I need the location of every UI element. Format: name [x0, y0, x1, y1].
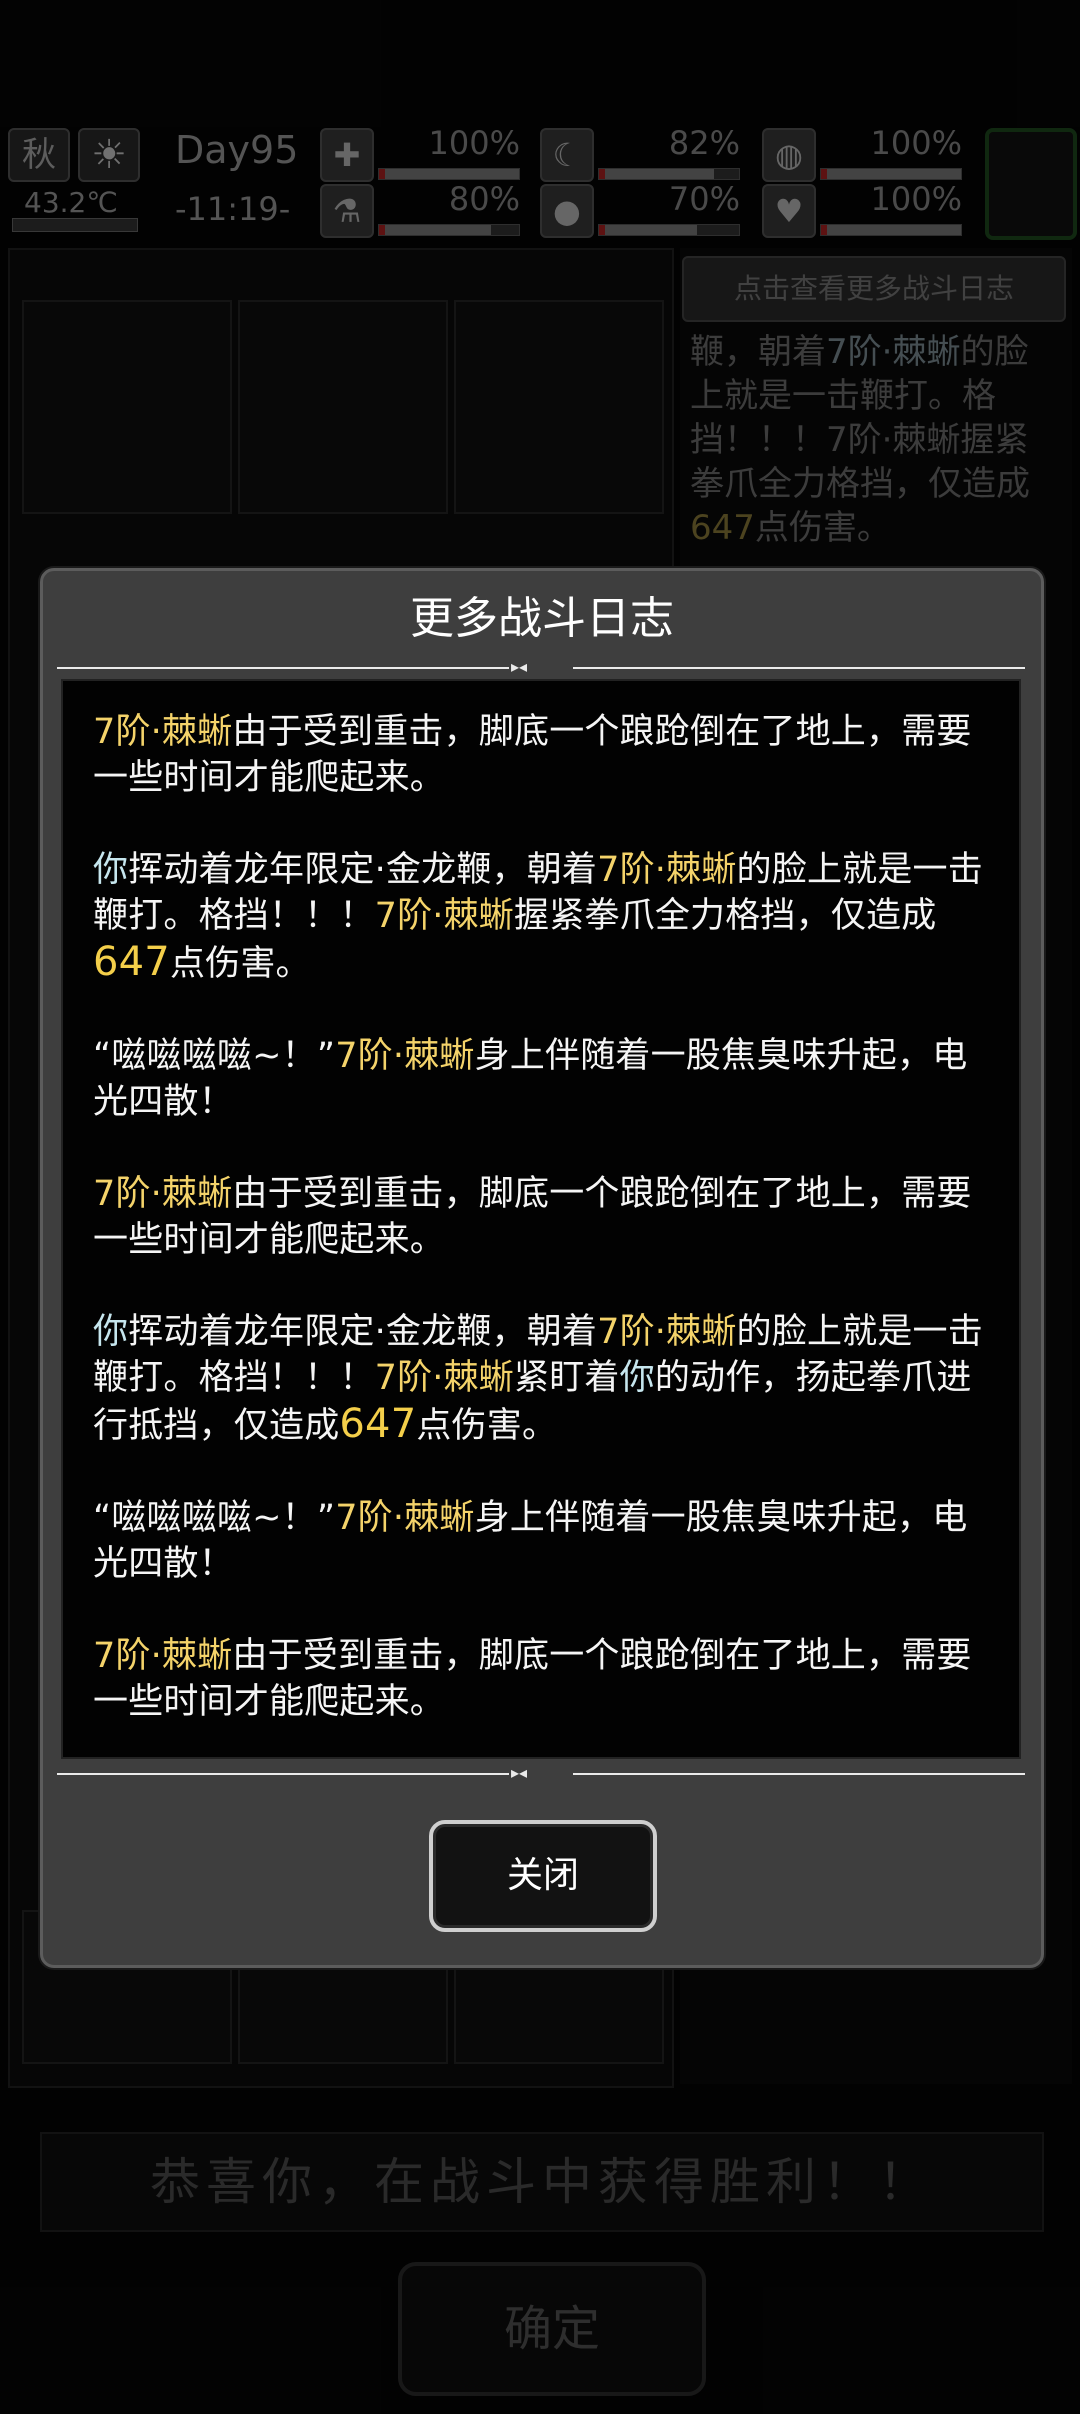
divider-top: ▸◂ — [57, 657, 1025, 676]
log-text: 点伤害。 — [416, 1406, 558, 1446]
log-text: 7阶·棘蜥 — [335, 1036, 475, 1076]
log-entry: “嗞嗞嗞嗞~！”7阶·棘蜥身上伴随着一股焦臭味升起，电光四散！ — [93, 1033, 999, 1125]
battle-log-dialog: 更多战斗日志 ▸◂ 7阶·棘蜥由于受到重击，脚底一个踉跄倒在了地上，需要一些时间… — [40, 568, 1044, 1968]
log-text: “嗞嗞嗞嗞~！” — [93, 1498, 336, 1538]
log-text: 7阶·棘蜥 — [335, 1498, 475, 1538]
log-text: 7阶·棘蜥 — [374, 896, 515, 936]
log-text: 7阶·棘蜥 — [93, 1636, 233, 1676]
log-text: 握紧拳爪全力格挡，仅造成 — [514, 896, 937, 936]
log-text: 7阶·棘蜥 — [597, 1312, 737, 1352]
log-text: “嗞嗞嗞嗞~！” — [93, 1036, 336, 1076]
dialog-title: 更多战斗日志 — [410, 593, 674, 644]
damage-value: 647 — [339, 1401, 417, 1447]
log-entry: 7阶·棘蜥由于受到重击，脚底一个踉跄倒在了地上，需要一些时间才能爬起来。 — [93, 709, 999, 801]
log-entry: “嗞嗞嗞嗞~！”7阶·棘蜥身上伴随着一股焦臭味升起，电光四散！ — [93, 1495, 999, 1587]
log-text: 紧盯着 — [514, 1358, 620, 1398]
damage-value: 647 — [93, 939, 170, 985]
log-entry: 7阶·棘蜥由于受到重击，脚底一个踉跄倒在了地上，需要一些时间才能爬起来。 — [93, 1171, 999, 1263]
log-entry: 你挥动着龙年限定·金龙鞭，朝着7阶·棘蜥的脸上就是一击鞭打。格挡！！！7阶·棘蜥… — [93, 847, 999, 987]
log-text: 7阶·棘蜥 — [93, 712, 233, 752]
log-text: 7阶·棘蜥 — [597, 850, 737, 890]
log-text: 你 — [93, 850, 129, 890]
log-text: 挥动着龙年限定·金龙鞭，朝着 — [128, 1312, 598, 1352]
log-text: 点伤害。 — [169, 944, 311, 984]
divider-bottom: ▸◂ — [57, 1763, 1025, 1782]
log-entry: 7阶·棘蜥由于受到重击，脚底一个踉跄倒在了地上，需要一些时间才能爬起来。 — [93, 1633, 999, 1725]
log-text: 挥动着龙年限定·金龙鞭，朝着 — [128, 850, 598, 890]
battle-log-list[interactable]: 7阶·棘蜥由于受到重击，脚底一个踉跄倒在了地上，需要一些时间才能爬起来。 你挥动着… — [61, 679, 1021, 1759]
log-entry: 你挥动着龙年限定·金龙鞭，朝着7阶·棘蜥的脸上就是一击鞭打。格挡！！！7阶·棘蜥… — [93, 1309, 999, 1449]
log-text: 你 — [93, 1312, 129, 1352]
log-text: 7阶·棘蜥 — [93, 1174, 233, 1214]
log-text: 7阶·棘蜥 — [374, 1358, 515, 1398]
log-text: 你 — [619, 1358, 655, 1398]
close-button[interactable]: 关闭 — [429, 1820, 657, 1932]
